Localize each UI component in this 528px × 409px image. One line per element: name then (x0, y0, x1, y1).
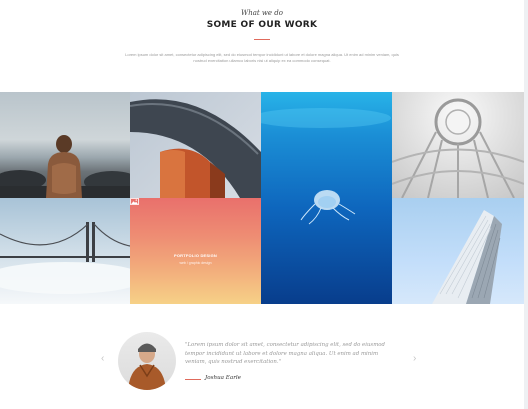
portfolio-grid: PORTFOLIO DESIGN web / graphic design (0, 92, 524, 304)
author-divider (185, 379, 201, 380)
man-sea-image (0, 135, 130, 198)
testimonial-next-arrow[interactable]: › (413, 354, 416, 364)
testimonial-quote: "Lorem ipsum dolor sit amet, consectetur… (185, 342, 385, 365)
portfolio-item-hover[interactable]: PORTFOLIO DESIGN web / graphic design (130, 198, 261, 304)
testimonial-prev-arrow[interactable]: ‹ (101, 354, 104, 364)
architecture-image (130, 99, 261, 198)
jellyfish-image (261, 108, 391, 225)
portfolio-item-skyscraper[interactable] (392, 198, 524, 304)
scrollbar-track[interactable] (524, 0, 528, 409)
skyscraper-image (432, 210, 502, 304)
bridge-image (0, 222, 130, 294)
portfolio-item-category: web / graphic design (179, 261, 212, 265)
author-photo (128, 343, 166, 390)
portfolio-item-title: PORTFOLIO DESIGN (174, 253, 217, 258)
section-subtitle: What we do (241, 9, 283, 17)
title-divider (254, 39, 270, 40)
portfolio-item-architecture[interactable] (130, 92, 261, 198)
dome-image (392, 98, 524, 198)
portfolio-item-bridge[interactable] (0, 198, 130, 304)
section-description: Lorem ipsum dolor sit amet, consectetur … (125, 52, 399, 63)
portfolio-item-dome[interactable] (392, 92, 524, 198)
section-title: SOME OF OUR WORK (206, 20, 318, 30)
portfolio-item-man-sea[interactable] (0, 92, 130, 198)
page: What we do SOME OF OUR WORK Lorem ipsum … (0, 0, 524, 409)
image-icon (130, 198, 139, 205)
author-avatar (118, 332, 176, 390)
portfolio-item-jellyfish[interactable] (261, 92, 392, 304)
testimonial-author: Joshua Earle (205, 375, 241, 381)
